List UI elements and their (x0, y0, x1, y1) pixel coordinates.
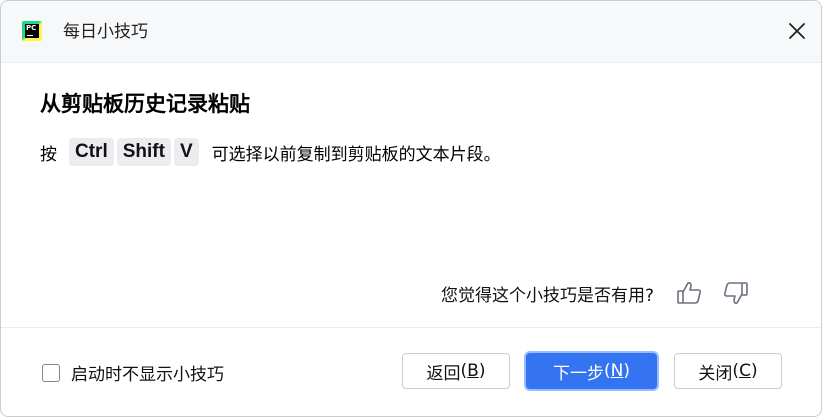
checkbox-label: 启动时不显示小技巧 (71, 365, 224, 385)
close-icon[interactable] (785, 19, 809, 43)
tip-rest-text: 可选择以前复制到剪贴板的文本片段。 (211, 144, 501, 165)
close-mnemonic: C (739, 361, 751, 381)
dont-show-tips-checkbox[interactable]: 启动时不显示小技巧 (42, 360, 224, 385)
checkbox-box[interactable] (42, 363, 60, 382)
feedback-row: 您觉得这个小技巧是否有用? (441, 279, 768, 307)
tip-description: 按 Ctrl Shift V 可选择以前复制到剪贴板的文本片段。 (40, 137, 501, 167)
next-mnemonic: N (610, 361, 624, 381)
key-v: V (173, 138, 199, 166)
close-button-label: 关闭 (698, 363, 733, 384)
back-button-label: 返回 (426, 363, 461, 384)
thumbs-down-icon[interactable] (721, 278, 751, 308)
key-ctrl: Ctrl (69, 138, 114, 166)
feedback-question: 您觉得这个小技巧是否有用? (441, 285, 655, 306)
press-text: 按 (40, 144, 57, 165)
close-button[interactable]: 关闭(C) (674, 353, 782, 389)
thumbs-up-icon[interactable] (674, 278, 704, 308)
pycharm-icon: PC (22, 21, 42, 41)
next-button-label: 下一步 (553, 363, 604, 384)
footer-divider (1, 327, 821, 328)
dialog-title: 每日小技巧 (63, 22, 148, 42)
title-bar: PC 每日小技巧 (1, 1, 821, 63)
back-button[interactable]: 返回(B) (402, 353, 510, 389)
next-button[interactable]: 下一步(N) (526, 353, 657, 389)
tip-of-the-day-dialog: PC 每日小技巧 从剪贴板历史记录粘贴 按 Ctrl Shift V 可选择以前… (0, 0, 822, 417)
key-shift: Shift (116, 138, 171, 166)
tip-heading: 从剪贴板历史记录粘贴 (40, 92, 250, 116)
back-mnemonic: B (467, 361, 479, 381)
